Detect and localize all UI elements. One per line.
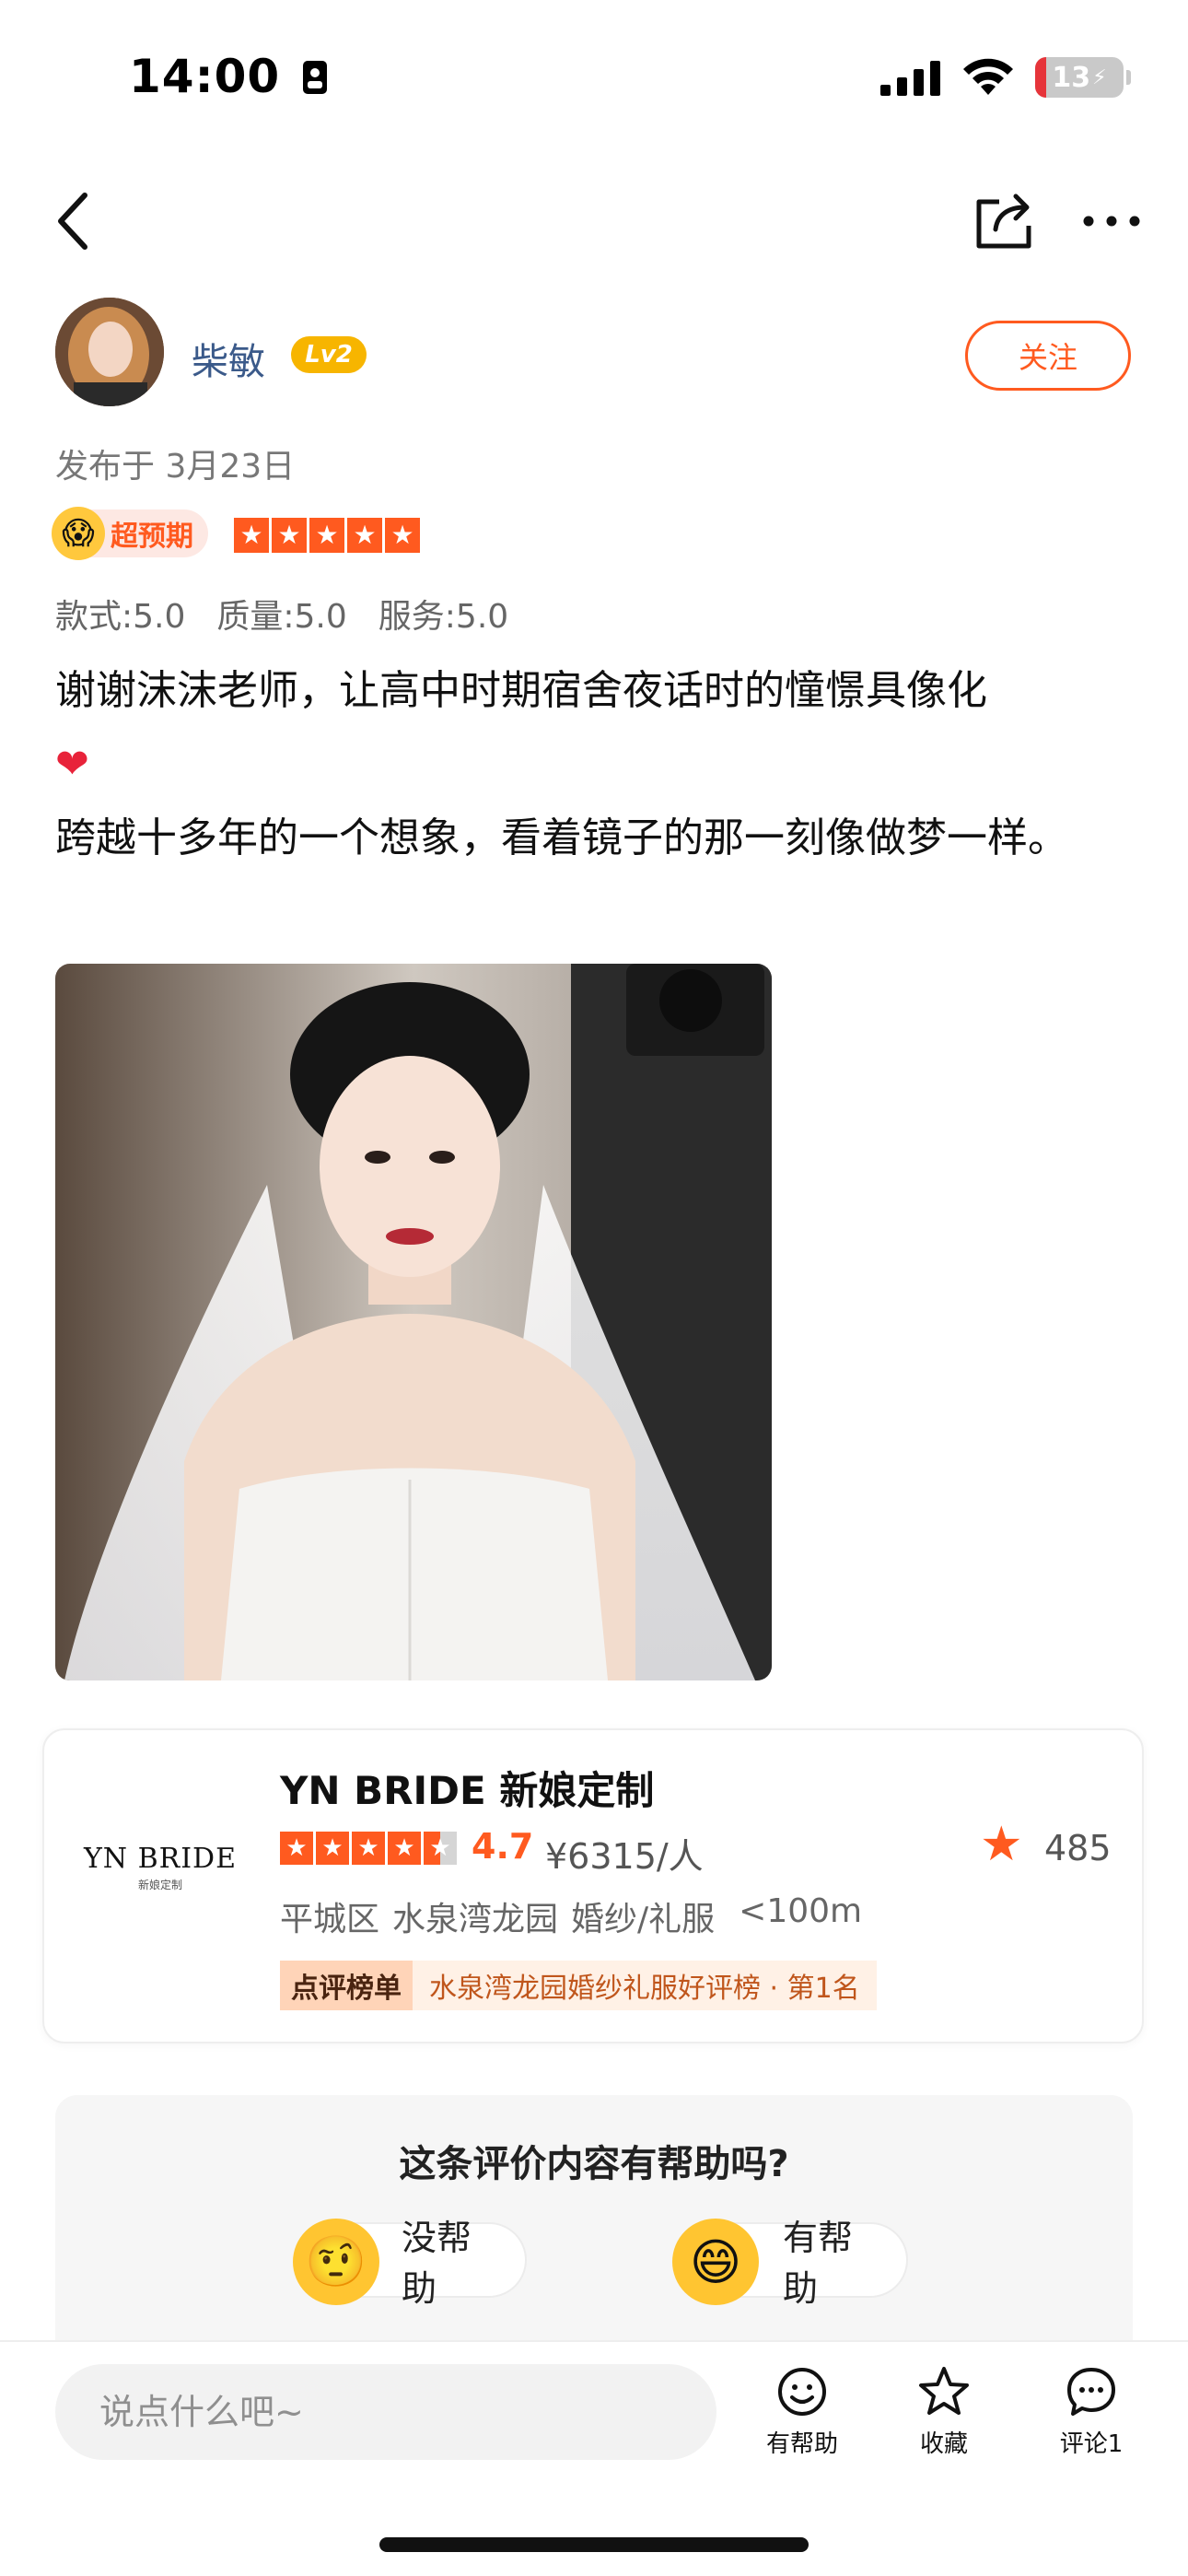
star-icon: ★ bbox=[347, 518, 382, 553]
review-photo[interactable] bbox=[55, 964, 772, 1680]
follow-button[interactable]: 关注 bbox=[965, 321, 1131, 391]
service-score: 服务:5.0 bbox=[378, 598, 509, 636]
star-icon: ★ bbox=[352, 1832, 385, 1865]
quality-score: 质量:5.0 bbox=[216, 598, 347, 636]
comment-action[interactable]: 评论1 bbox=[1031, 2364, 1151, 2459]
back-button[interactable] bbox=[48, 184, 103, 258]
id-card-icon bbox=[302, 61, 327, 94]
star-icon: ★ bbox=[272, 518, 307, 553]
thumbs-up-face-icon: 😄 bbox=[672, 2219, 759, 2305]
star-icon: ★ bbox=[316, 1832, 349, 1865]
comment-input[interactable] bbox=[55, 2364, 716, 2460]
home-indicator[interactable] bbox=[379, 2537, 809, 2552]
star-icon: ★ bbox=[385, 518, 420, 553]
shop-stars: ★ ★ ★ ★ ★ bbox=[280, 1832, 457, 1865]
level-badge: Lv2 bbox=[291, 336, 367, 373]
shop-category: 婚纱/礼服 bbox=[571, 1901, 716, 1938]
comment-bubble-icon bbox=[1067, 2368, 1115, 2416]
author-name[interactable]: 柴敏 bbox=[192, 332, 265, 385]
more-button[interactable] bbox=[1079, 207, 1144, 235]
avatar[interactable] bbox=[55, 298, 164, 406]
shop-logo: YN BRIDE 新娘定制 bbox=[83, 1843, 238, 1891]
thumbs-down-face-icon: 🤨 bbox=[293, 2219, 379, 2305]
review-stars: ★ ★ ★ ★ ★ bbox=[234, 518, 420, 553]
signal-icon bbox=[880, 61, 940, 96]
shop-favorite-count: 485 bbox=[1044, 1828, 1112, 1868]
star-icon: ★ bbox=[309, 518, 344, 553]
battery-icon: 13 ⚡ bbox=[1035, 57, 1131, 98]
heart-icon: ❤ bbox=[55, 741, 89, 788]
wifi-icon bbox=[963, 58, 1013, 95]
star-icon: ★ bbox=[234, 518, 269, 553]
exceed-expectation-badge: 😱 超预期 bbox=[52, 507, 208, 560]
surprised-face-icon: 😱 bbox=[52, 507, 105, 560]
style-score: 款式:5.0 bbox=[55, 598, 186, 636]
star-icon: ★ bbox=[980, 1817, 1023, 1872]
star-icon: ★ bbox=[388, 1832, 421, 1865]
review-line-1: 谢谢沫沫老师，让高中时期宿舍夜话时的憧憬具像化 bbox=[55, 667, 987, 714]
shop-area: 水泉湾龙园 bbox=[392, 1901, 559, 1938]
smile-icon bbox=[778, 2368, 826, 2416]
rank-text: 水泉湾龙园婚纱礼服好评榜 · 第1名 bbox=[413, 1961, 877, 2010]
half-star-icon: ★ bbox=[424, 1832, 457, 1865]
rank-label: 点评榜单 bbox=[280, 1961, 413, 2010]
shop-distance: <100m bbox=[739, 1892, 863, 1930]
rank-tag[interactable]: 点评榜单 水泉湾龙园婚纱礼服好评榜 · 第1名 bbox=[280, 1961, 877, 2010]
helpful-action[interactable]: 有帮助 bbox=[742, 2364, 862, 2459]
star-outline-icon bbox=[919, 2367, 969, 2415]
star-icon: ★ bbox=[280, 1832, 313, 1865]
shop-district: 平城区 bbox=[280, 1901, 380, 1938]
shop-rating: 4.7 bbox=[472, 1826, 534, 1867]
helpful-question: 这条评价内容有帮助吗? bbox=[399, 2143, 789, 2185]
review-text: 谢谢沫沫老师，让高中时期宿舍夜话时的憧憬具像化 ❤ 跨越十多年的一个想象，看着镜… bbox=[55, 654, 1133, 875]
share-button[interactable] bbox=[972, 189, 1036, 253]
shop-meta: 平城区 水泉湾龙园 婚纱/礼服 <100m bbox=[280, 1892, 862, 1940]
status-time: 14:00 bbox=[129, 50, 329, 103]
review-line-2: 跨越十多年的一个想象，看着镜子的那一刻像做梦一样。 bbox=[55, 814, 1068, 861]
shop-price: ¥6315/人 bbox=[545, 1836, 704, 1877]
collect-action[interactable]: 收藏 bbox=[884, 2364, 1004, 2459]
score-breakdown: 款式:5.0 质量:5.0 服务:5.0 bbox=[55, 590, 508, 638]
publish-date: 发布于 3月23日 bbox=[55, 448, 296, 486]
shop-name[interactable]: YN BRIDE 新娘定制 bbox=[280, 1760, 654, 1816]
status-indicators: 13 ⚡ bbox=[880, 57, 1131, 98]
